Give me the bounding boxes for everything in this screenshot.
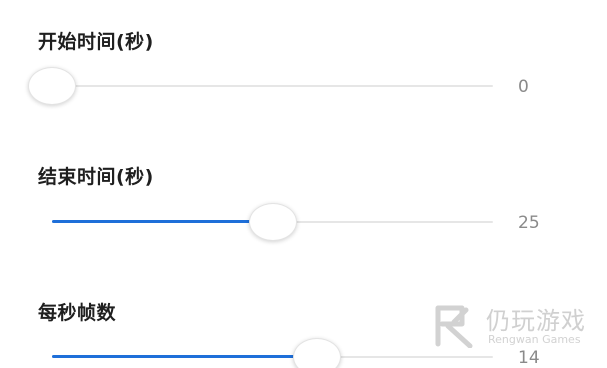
fps-fill bbox=[52, 355, 317, 358]
start-time-track[interactable] bbox=[52, 85, 493, 87]
fps-value: 14 bbox=[518, 348, 540, 368]
start-time-value: 0 bbox=[518, 77, 529, 97]
watermark: 仍玩游戏 Rengwan Games bbox=[430, 300, 600, 354]
start-time-slider-thumb[interactable] bbox=[28, 67, 76, 105]
watermark-title: 仍玩游戏 bbox=[486, 307, 586, 335]
fps-label: 每秒帧数 bbox=[38, 302, 117, 324]
start-time-label: 开始时间(秒) bbox=[38, 31, 154, 53]
fps-slider-thumb[interactable] bbox=[292, 338, 341, 368]
end-time-fill bbox=[52, 220, 273, 223]
watermark-logo-icon bbox=[435, 305, 473, 348]
fps-slider[interactable] bbox=[52, 338, 493, 368]
end-time-label: 结束时间(秒) bbox=[38, 166, 154, 188]
end-time-slider[interactable] bbox=[52, 203, 493, 241]
video-settings-panel: 开始时间(秒) 0 结束时间(秒) 25 每秒帧数 14 仍玩游戏 Rengwa… bbox=[0, 0, 607, 368]
start-time-slider[interactable] bbox=[28, 67, 493, 105]
end-time-slider-thumb[interactable] bbox=[248, 203, 297, 241]
watermark-subtitle: Rengwan Games bbox=[488, 333, 581, 346]
end-time-value: 25 bbox=[518, 213, 540, 233]
